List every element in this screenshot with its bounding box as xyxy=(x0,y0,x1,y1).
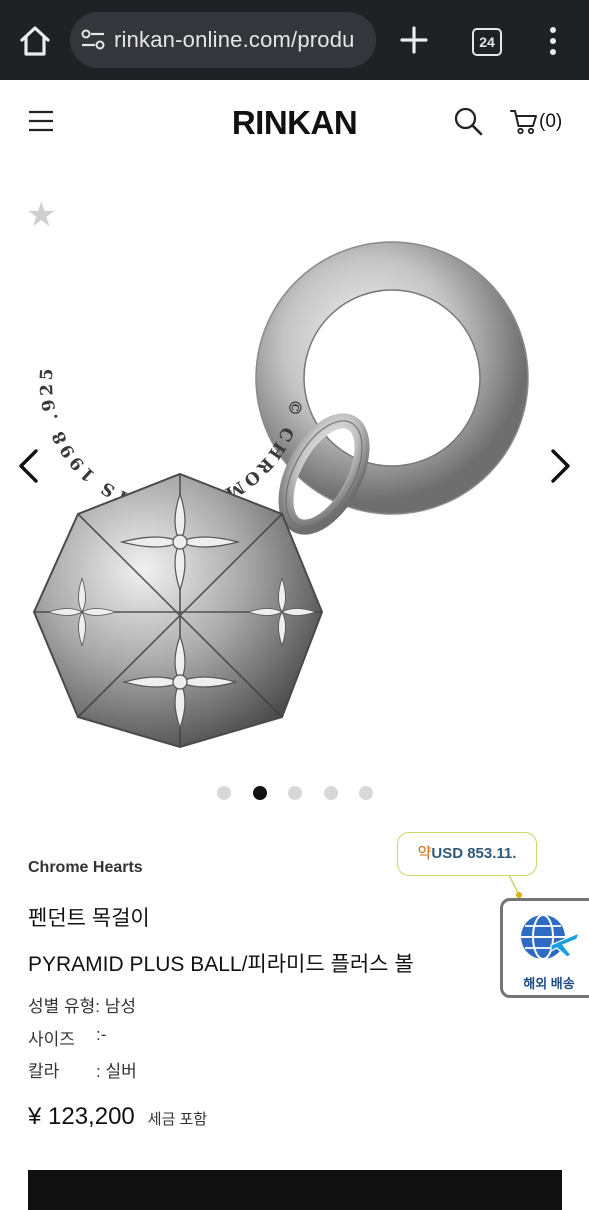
carousel-dot[interactable] xyxy=(359,786,373,800)
search-icon[interactable] xyxy=(453,106,483,136)
brand-link[interactable]: Chrome Hearts xyxy=(28,859,143,877)
carousel-dot[interactable] xyxy=(253,786,267,800)
tab-count: 24 xyxy=(479,34,495,50)
usd-price-badge: 약USD 853.11. xyxy=(397,832,537,876)
spec-row-gender: 성별 유형: 남성 xyxy=(28,992,136,1017)
cart-count: (0) xyxy=(539,111,563,132)
plus-icon[interactable] xyxy=(398,24,430,56)
address-bar[interactable]: rinkan-online.com/produ xyxy=(70,12,376,68)
chevron-left-icon[interactable] xyxy=(16,448,42,484)
product-category: 펜던트 목걸이 xyxy=(28,907,150,930)
cart-icon xyxy=(510,110,537,135)
overseas-shipping-button[interactable]: 해외 배송 xyxy=(500,898,589,998)
spec-row-color: 칼라 : 실버 xyxy=(28,1057,137,1082)
tab-switcher-icon[interactable]: 24 xyxy=(472,28,502,56)
spec-label: 칼라 xyxy=(28,1062,60,1081)
bubble-tail xyxy=(508,875,522,898)
price-row: ¥ 123,200 세금 포함 xyxy=(28,1103,207,1131)
chevron-right-icon[interactable] xyxy=(547,448,573,484)
carousel-dots xyxy=(0,783,589,803)
globe-plane-icon xyxy=(521,914,580,960)
url-text[interactable]: rinkan-online.com/produ xyxy=(114,27,366,53)
spec-label: 성별 유형 xyxy=(28,997,96,1016)
add-to-cart-button[interactable] xyxy=(28,1170,562,1210)
cart-button[interactable]: (0) xyxy=(510,107,562,137)
spec-value: : 남성 xyxy=(95,997,137,1016)
site-header: RINKAN (0) xyxy=(0,80,589,166)
price: ¥ 123,200 xyxy=(28,1103,135,1130)
product-title: PYRAMID PLUS BALL/피라미드 플러스 볼 xyxy=(28,953,414,976)
spec-label: 사이즈 xyxy=(28,1030,75,1049)
carousel-dot[interactable] xyxy=(288,786,302,800)
overseas-shipping-label: 해외 배송 xyxy=(523,976,575,991)
carousel-dot[interactable] xyxy=(217,786,231,800)
home-icon[interactable] xyxy=(16,22,54,60)
product-gallery: ★ © CHROME HEARTS 1998 .925 xyxy=(0,166,589,806)
usd-amount: USD 853.11. xyxy=(431,845,517,862)
tax-note: 세금 포함 xyxy=(147,1111,208,1128)
spec-value: :- xyxy=(96,1025,107,1044)
site-settings-icon[interactable] xyxy=(80,28,106,52)
site-logo[interactable]: RINKAN xyxy=(0,104,589,142)
more-vert-icon[interactable] xyxy=(545,26,561,56)
usd-prefix: 약 xyxy=(417,845,432,862)
browser-toolbar: rinkan-online.com/produ 24 xyxy=(0,0,589,80)
carousel-dot[interactable] xyxy=(324,786,338,800)
spec-row-size: 사이즈 :- xyxy=(28,1025,106,1050)
hamburger-icon[interactable] xyxy=(28,110,54,132)
product-image[interactable]: © CHROME HEARTS 1998 .925 xyxy=(20,212,560,792)
spec-value: : 실버 xyxy=(96,1062,137,1081)
